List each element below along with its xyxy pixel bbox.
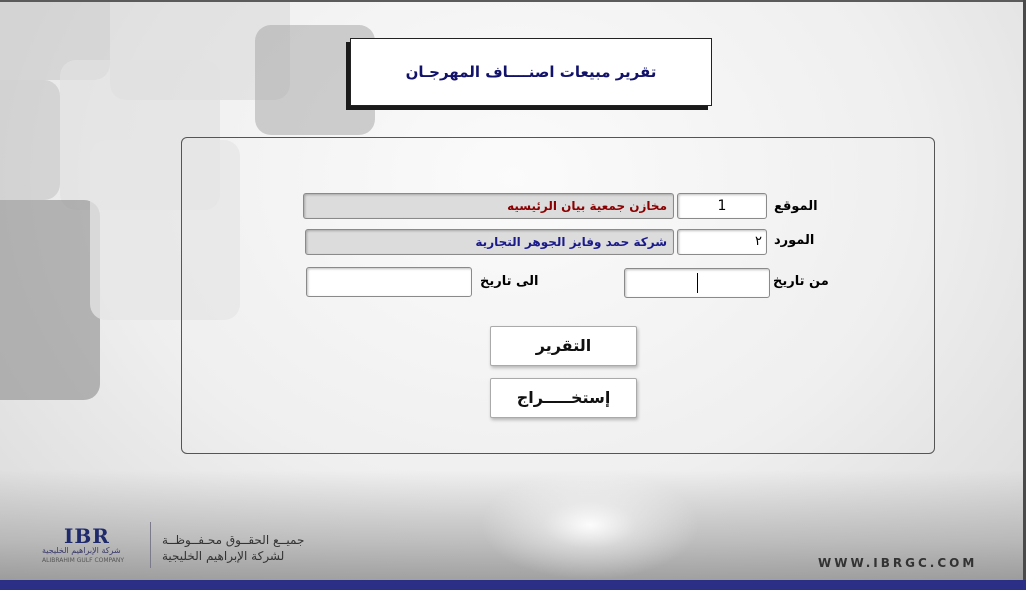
top-border: [0, 0, 1026, 2]
footer-divider: [150, 522, 151, 568]
supplier-label: المورد: [774, 233, 815, 248]
bg-square: [0, 80, 60, 200]
report-title: تقرير مبيعات اصنــــاف المهرجـان: [405, 63, 657, 81]
rights-line-1: جميــع الحقــوق محـفــوظــة: [162, 533, 305, 547]
export-button[interactable]: إستخـــــراج: [490, 378, 637, 418]
logo-english-text: ALIBRAHIM GULF COMPANY: [42, 557, 125, 564]
supplier-code-input[interactable]: ٢: [677, 229, 767, 255]
report-title-box: تقرير مبيعات اصنــــاف المهرجـان: [350, 38, 712, 106]
from-date-label: من تاريخ: [773, 274, 829, 289]
location-label: الموقع: [774, 199, 818, 214]
logo-text: IBR: [64, 524, 110, 548]
text-caret: [697, 273, 698, 293]
rights-line-2: لشركة الإبراهيم الخليجية: [162, 549, 285, 563]
logo-arabic-text: شركة الإبراهيم الخليجية: [42, 546, 121, 555]
company-logo: IBR شركة الإبراهيم الخليجية ALIBRAHIM GU…: [40, 524, 152, 568]
location-code-input[interactable]: 1: [677, 193, 767, 219]
bg-square: [0, 200, 100, 400]
location-name-field: مخازن جمعية بيان الرئيسيه: [303, 193, 674, 219]
website-url: WWW.IBRGC.COM: [818, 556, 978, 570]
from-date-input[interactable]: [624, 268, 770, 298]
to-date-label: الى تاريخ: [480, 274, 539, 289]
supplier-name-field: شركة حمد وفايز الجوهر التجارية: [305, 229, 674, 255]
report-button[interactable]: التقرير: [490, 326, 637, 366]
to-date-input[interactable]: [306, 267, 472, 297]
bottom-strip: [0, 580, 1026, 590]
bg-light-flare: [480, 470, 700, 580]
